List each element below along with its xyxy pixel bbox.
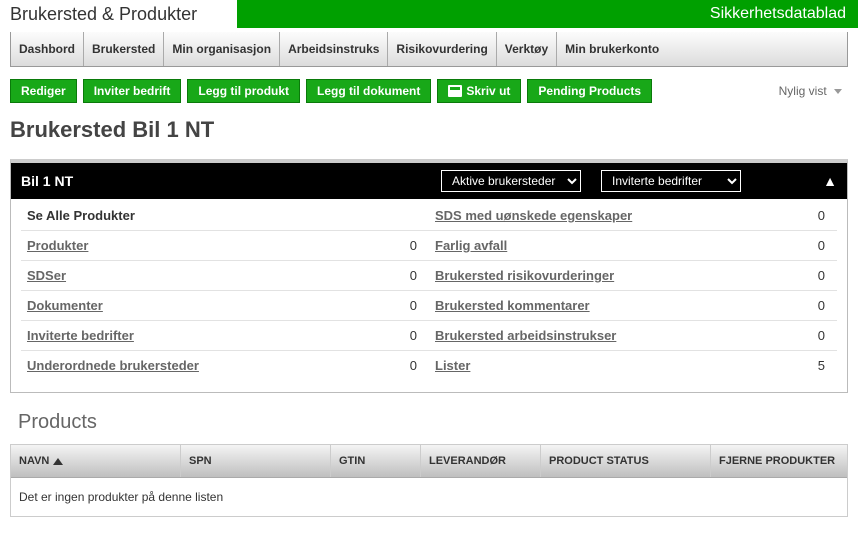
products-section-title: Products <box>0 393 858 444</box>
list-item: Dokumenter 0 <box>21 291 429 321</box>
print-label: Skriv ut <box>466 84 510 98</box>
top-right-label: Sikkerhetsdatablad <box>237 0 858 28</box>
col-navn[interactable]: NAVN <box>11 445 181 477</box>
table-header: NAVN SPN GTIN LEVERANDØR PRODUCT STATUS … <box>11 445 847 478</box>
list-item: SDS med uønskede egenskaper 0 <box>429 201 837 231</box>
hazardous-waste-link[interactable]: Farlig avfall <box>435 238 507 253</box>
location-header: Bil 1 NT Aktive brukersteder Inviterte b… <box>11 163 847 199</box>
risk-assessments-link[interactable]: Brukersted risikovurderinger <box>435 268 614 283</box>
top-bar: Brukersted & Produkter Sikkerhetsdatabla… <box>0 0 858 28</box>
comments-link[interactable]: Brukersted kommentarer <box>435 298 590 313</box>
add-product-button[interactable]: Legg til produkt <box>187 79 300 103</box>
invited-companies-link[interactable]: Inviterte bedrifter <box>27 328 134 343</box>
list-item: Underordnede brukersteder 0 <box>21 351 429 380</box>
list-item: Brukersted kommentarer 0 <box>429 291 837 321</box>
list-item: Lister 5 <box>429 351 837 380</box>
tab-worksheet[interactable]: Arbeidsinstruks <box>280 32 388 66</box>
col-leverandor[interactable]: LEVERANDØR <box>421 445 541 477</box>
list-item: Inviterte bedrifter 0 <box>21 321 429 351</box>
sds-link[interactable]: SDSer <box>27 268 66 283</box>
list-item: Se Alle Produkter <box>21 201 429 231</box>
edit-button[interactable]: Rediger <box>10 79 77 103</box>
count-value: 0 <box>395 358 423 373</box>
add-document-button[interactable]: Legg til dokument <box>306 79 431 103</box>
pending-products-button[interactable]: Pending Products <box>527 79 652 103</box>
active-locations-select[interactable]: Aktive brukersteder <box>441 170 581 192</box>
products-link[interactable]: Produkter <box>27 238 88 253</box>
count-value: 0 <box>803 298 831 313</box>
list-item: Farlig avfall 0 <box>429 231 837 261</box>
col-spn[interactable]: SPN <box>181 445 331 477</box>
location-right-column: SDS med uønskede egenskaper 0 Farlig avf… <box>429 201 837 380</box>
count-value: 5 <box>803 358 831 373</box>
list-item: Brukersted risikovurderinger 0 <box>429 261 837 291</box>
location-body: Se Alle Produkter Produkter 0 SDSer 0 Do… <box>11 199 847 392</box>
collapse-arrow-icon[interactable]: ▲ <box>823 173 837 189</box>
col-remove-products[interactable]: FJERNE PRODUKTER <box>711 445 847 477</box>
col-navn-label: NAVN <box>19 455 49 467</box>
count-value: 0 <box>395 328 423 343</box>
page-title: Brukersted Bil 1 NT <box>0 111 858 159</box>
count-value: 0 <box>395 238 423 253</box>
safety-sheet-label: Sikkerhetsdatablad <box>710 5 846 23</box>
sort-asc-icon <box>53 458 63 465</box>
main-tabs: Dashbord Brukersted Min organisasjon Arb… <box>10 32 848 67</box>
lists-link[interactable]: Lister <box>435 358 470 373</box>
see-all-products-link[interactable]: Se Alle Produkter <box>27 208 135 223</box>
sublocations-link[interactable]: Underordnede brukersteder <box>27 358 199 373</box>
work-instructions-link[interactable]: Brukersted arbeidsinstrukser <box>435 328 616 343</box>
products-table: NAVN SPN GTIN LEVERANDØR PRODUCT STATUS … <box>10 444 848 517</box>
location-left-column: Se Alle Produkter Produkter 0 SDSer 0 Do… <box>21 201 429 380</box>
location-name: Bil 1 NT <box>21 173 441 189</box>
tab-organisation[interactable]: Min organisasjon <box>164 32 280 66</box>
invited-companies-select[interactable]: Inviterte bedrifter <box>601 170 741 192</box>
recently-viewed-label: Nylig vist <box>779 84 827 98</box>
print-button[interactable]: Skriv ut <box>437 79 521 103</box>
print-icon <box>448 85 462 97</box>
invite-company-button[interactable]: Inviter bedrift <box>83 79 182 103</box>
location-panel: Bil 1 NT Aktive brukersteder Inviterte b… <box>10 159 848 393</box>
tab-brukersted[interactable]: Brukersted <box>84 32 164 66</box>
table-empty-message: Det er ingen produkter på denne listen <box>11 478 847 516</box>
count-value: 0 <box>395 268 423 283</box>
list-item: Produkter 0 <box>21 231 429 261</box>
tab-tools[interactable]: Verktøy <box>497 32 557 66</box>
count-value: 0 <box>803 268 831 283</box>
count-value: 0 <box>803 238 831 253</box>
count-value: 0 <box>803 328 831 343</box>
recently-viewed-dropdown[interactable]: Nylig vist <box>779 84 848 98</box>
actions-row: Rediger Inviter bedrift Legg til produkt… <box>0 67 858 111</box>
chevron-down-icon <box>834 89 842 94</box>
count-value: 0 <box>395 298 423 313</box>
documents-link[interactable]: Dokumenter <box>27 298 103 313</box>
count-value: 0 <box>803 208 831 223</box>
col-product-status[interactable]: PRODUCT STATUS <box>541 445 711 477</box>
sds-unwanted-link[interactable]: SDS med uønskede egenskaper <box>435 208 632 223</box>
breadcrumb-title: Brukersted & Produkter <box>0 2 207 27</box>
tab-account[interactable]: Min brukerkonto <box>557 32 667 66</box>
col-gtin[interactable]: GTIN <box>331 445 421 477</box>
list-item: SDSer 0 <box>21 261 429 291</box>
tab-risk[interactable]: Risikovurdering <box>388 32 496 66</box>
list-item: Brukersted arbeidsinstrukser 0 <box>429 321 837 351</box>
tab-dashboard[interactable]: Dashbord <box>11 32 84 66</box>
